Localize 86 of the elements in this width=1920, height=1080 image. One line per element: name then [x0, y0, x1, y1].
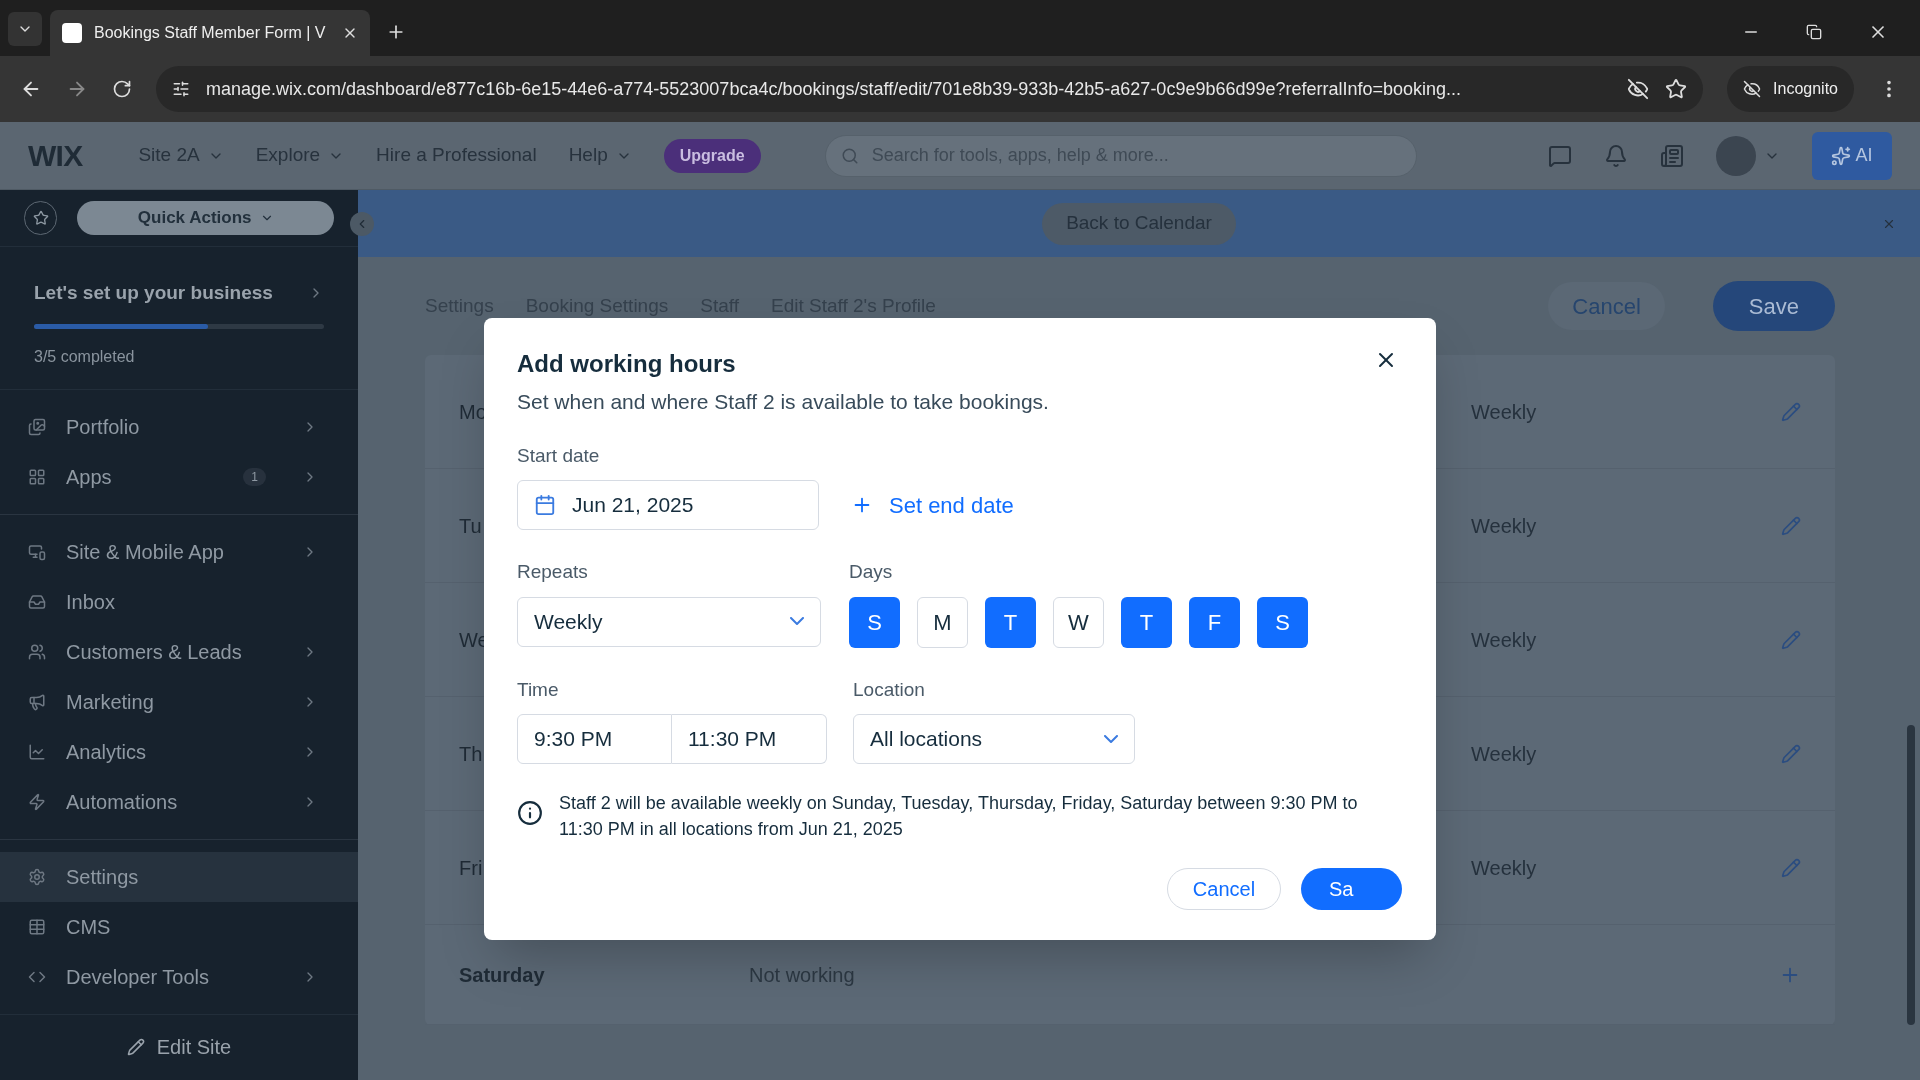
sidebar-item[interactable]: CMS — [0, 901, 358, 952]
sidebar-item[interactable]: Inbox — [0, 576, 358, 627]
inbox-icon — [28, 592, 46, 611]
devices-icon — [28, 542, 46, 561]
info-icon — [517, 800, 543, 826]
day-label: Tu — [459, 513, 482, 539]
tab-title: Bookings Staff Member Form | V — [94, 23, 327, 43]
start-time-field[interactable]: 9:30 PM — [517, 714, 672, 764]
scrollbar-thumb[interactable] — [1907, 725, 1915, 1025]
summary-text: Staff 2 will be available weekly on Sunday, Tuesday, Thursday, Friday, Saturday between 9:30 PM to 11:30 PM in all locations from Jun 21, 2025 — [559, 792, 1359, 841]
pencil-icon — [126, 1038, 145, 1057]
address-bar[interactable]: manage.wix.com/dashboard/e877c16b-6e15-44e6-a774-5523007bca4c/bookings/staff/edit/701e8b39-933b-42b5-a627-0c9e9b66d99e?referralInfo=booking... — [156, 66, 1704, 112]
field-label: Days — [849, 560, 894, 584]
save-button[interactable]: Sa — [1301, 868, 1402, 910]
chevron-down-icon — [1104, 734, 1118, 744]
news-icon[interactable] — [1660, 143, 1684, 168]
sidebar-item[interactable]: Analytics — [0, 726, 358, 777]
count-badge: 1 — [243, 467, 266, 486]
repeat-text: Weekly — [1471, 513, 1537, 539]
field-label: Repeats — [517, 560, 589, 584]
reload-icon[interactable] — [112, 79, 132, 99]
gallery-icon — [28, 417, 46, 436]
url-text: manage.wix.com/dashboard/e877c16b-6e15-44e6-a774-5523007bca4c/bookings/staff/edit/701e8b39-933b-42b5-a627-0c9e9b66d99e?referralInfo=booking... — [206, 77, 1463, 101]
day-toggle[interactable]: S — [1257, 596, 1308, 648]
ai-button[interactable]: AI — [1812, 131, 1892, 180]
day-toggle[interactable]: W — [1053, 596, 1104, 648]
dialog-title: Add working hours — [517, 349, 736, 379]
upgrade-button[interactable]: Upgrade — [663, 138, 761, 173]
browser-tab[interactable]: Bookings Staff Member Form | V — [50, 10, 370, 56]
sidebar-item[interactable]: Marketing — [0, 676, 358, 727]
day-label: Saturday — [459, 962, 545, 988]
sidebar-item[interactable]: Automations — [0, 776, 358, 827]
restore-icon[interactable] — [1806, 24, 1822, 40]
sidebar-item[interactable]: Settings — [0, 851, 358, 902]
grid-icon — [28, 467, 46, 486]
dialog-subtitle: Set when and where Staff 2 is available to take bookings. — [517, 389, 1050, 415]
day-toggle[interactable]: M — [917, 596, 968, 648]
repeat-text: Weekly — [1471, 627, 1537, 653]
day-toggle[interactable]: F — [1189, 596, 1240, 648]
set-end-date-link[interactable]: Set end date — [851, 488, 1014, 522]
incognito-chip[interactable]: Incognito — [1727, 66, 1854, 112]
calendar-icon — [534, 494, 556, 516]
day-label: Th — [459, 741, 483, 767]
bookmark-star-icon[interactable] — [1665, 78, 1688, 100]
quick-actions-button[interactable]: Quick Actions — [77, 201, 334, 236]
people-icon — [28, 642, 46, 661]
end-time-field[interactable]: 11:30 PM — [672, 714, 827, 764]
day-toggle[interactable]: S — [849, 596, 900, 648]
field-label: Start date — [517, 443, 601, 468]
eye-off-icon[interactable] — [1627, 78, 1650, 100]
tab-list-button[interactable] — [8, 12, 42, 46]
field-label: Time — [517, 677, 560, 702]
sidebar-item[interactable]: Developer Tools — [0, 951, 358, 1002]
sidebar-item[interactable]: Portfolio — [0, 401, 358, 452]
sidebar-item[interactable]: Apps 1 — [0, 451, 358, 502]
chat-icon[interactable] — [1548, 143, 1572, 168]
progress-text: 3/5 completed — [34, 346, 136, 367]
site-info-icon[interactable] — [172, 80, 190, 98]
incognito-icon — [1743, 80, 1762, 98]
repeat-text: Weekly — [1471, 855, 1537, 881]
repeats-dropdown[interactable]: Weekly — [517, 596, 821, 647]
location-dropdown[interactable]: All locations — [853, 714, 1135, 764]
setup-title[interactable]: Let's set up your business — [34, 279, 273, 308]
lightning-icon — [28, 792, 46, 811]
site-favicon-icon — [62, 23, 82, 43]
bell-icon[interactable] — [1604, 143, 1628, 168]
day-toggle[interactable]: T — [985, 596, 1036, 648]
search-icon — [840, 146, 859, 165]
repeat-text: Weekly — [1471, 399, 1537, 425]
megaphone-icon — [28, 692, 46, 711]
date-field[interactable]: Jun 21, 2025 — [517, 480, 819, 530]
star-icon — [32, 210, 49, 227]
field-label: Location — [853, 677, 926, 702]
settings-icon — [28, 867, 46, 886]
sidebar-item[interactable]: Site & Mobile App — [0, 526, 358, 577]
chevron-down-icon — [790, 617, 804, 626]
table-icon — [28, 917, 46, 936]
sparkle-icon — [1831, 145, 1852, 166]
save-button[interactable]: Save — [1712, 281, 1835, 331]
day-toggle[interactable]: T — [1121, 596, 1172, 648]
repeat-text: Weekly — [1471, 741, 1537, 767]
collapse-sidebar-icon[interactable] — [350, 211, 374, 236]
day-label: Fri — [459, 855, 483, 881]
sidebar-item[interactable]: Customers & Leads — [0, 626, 358, 677]
line-chart-icon — [28, 742, 46, 761]
edit-site-button[interactable]: Edit Site — [126, 1032, 232, 1063]
